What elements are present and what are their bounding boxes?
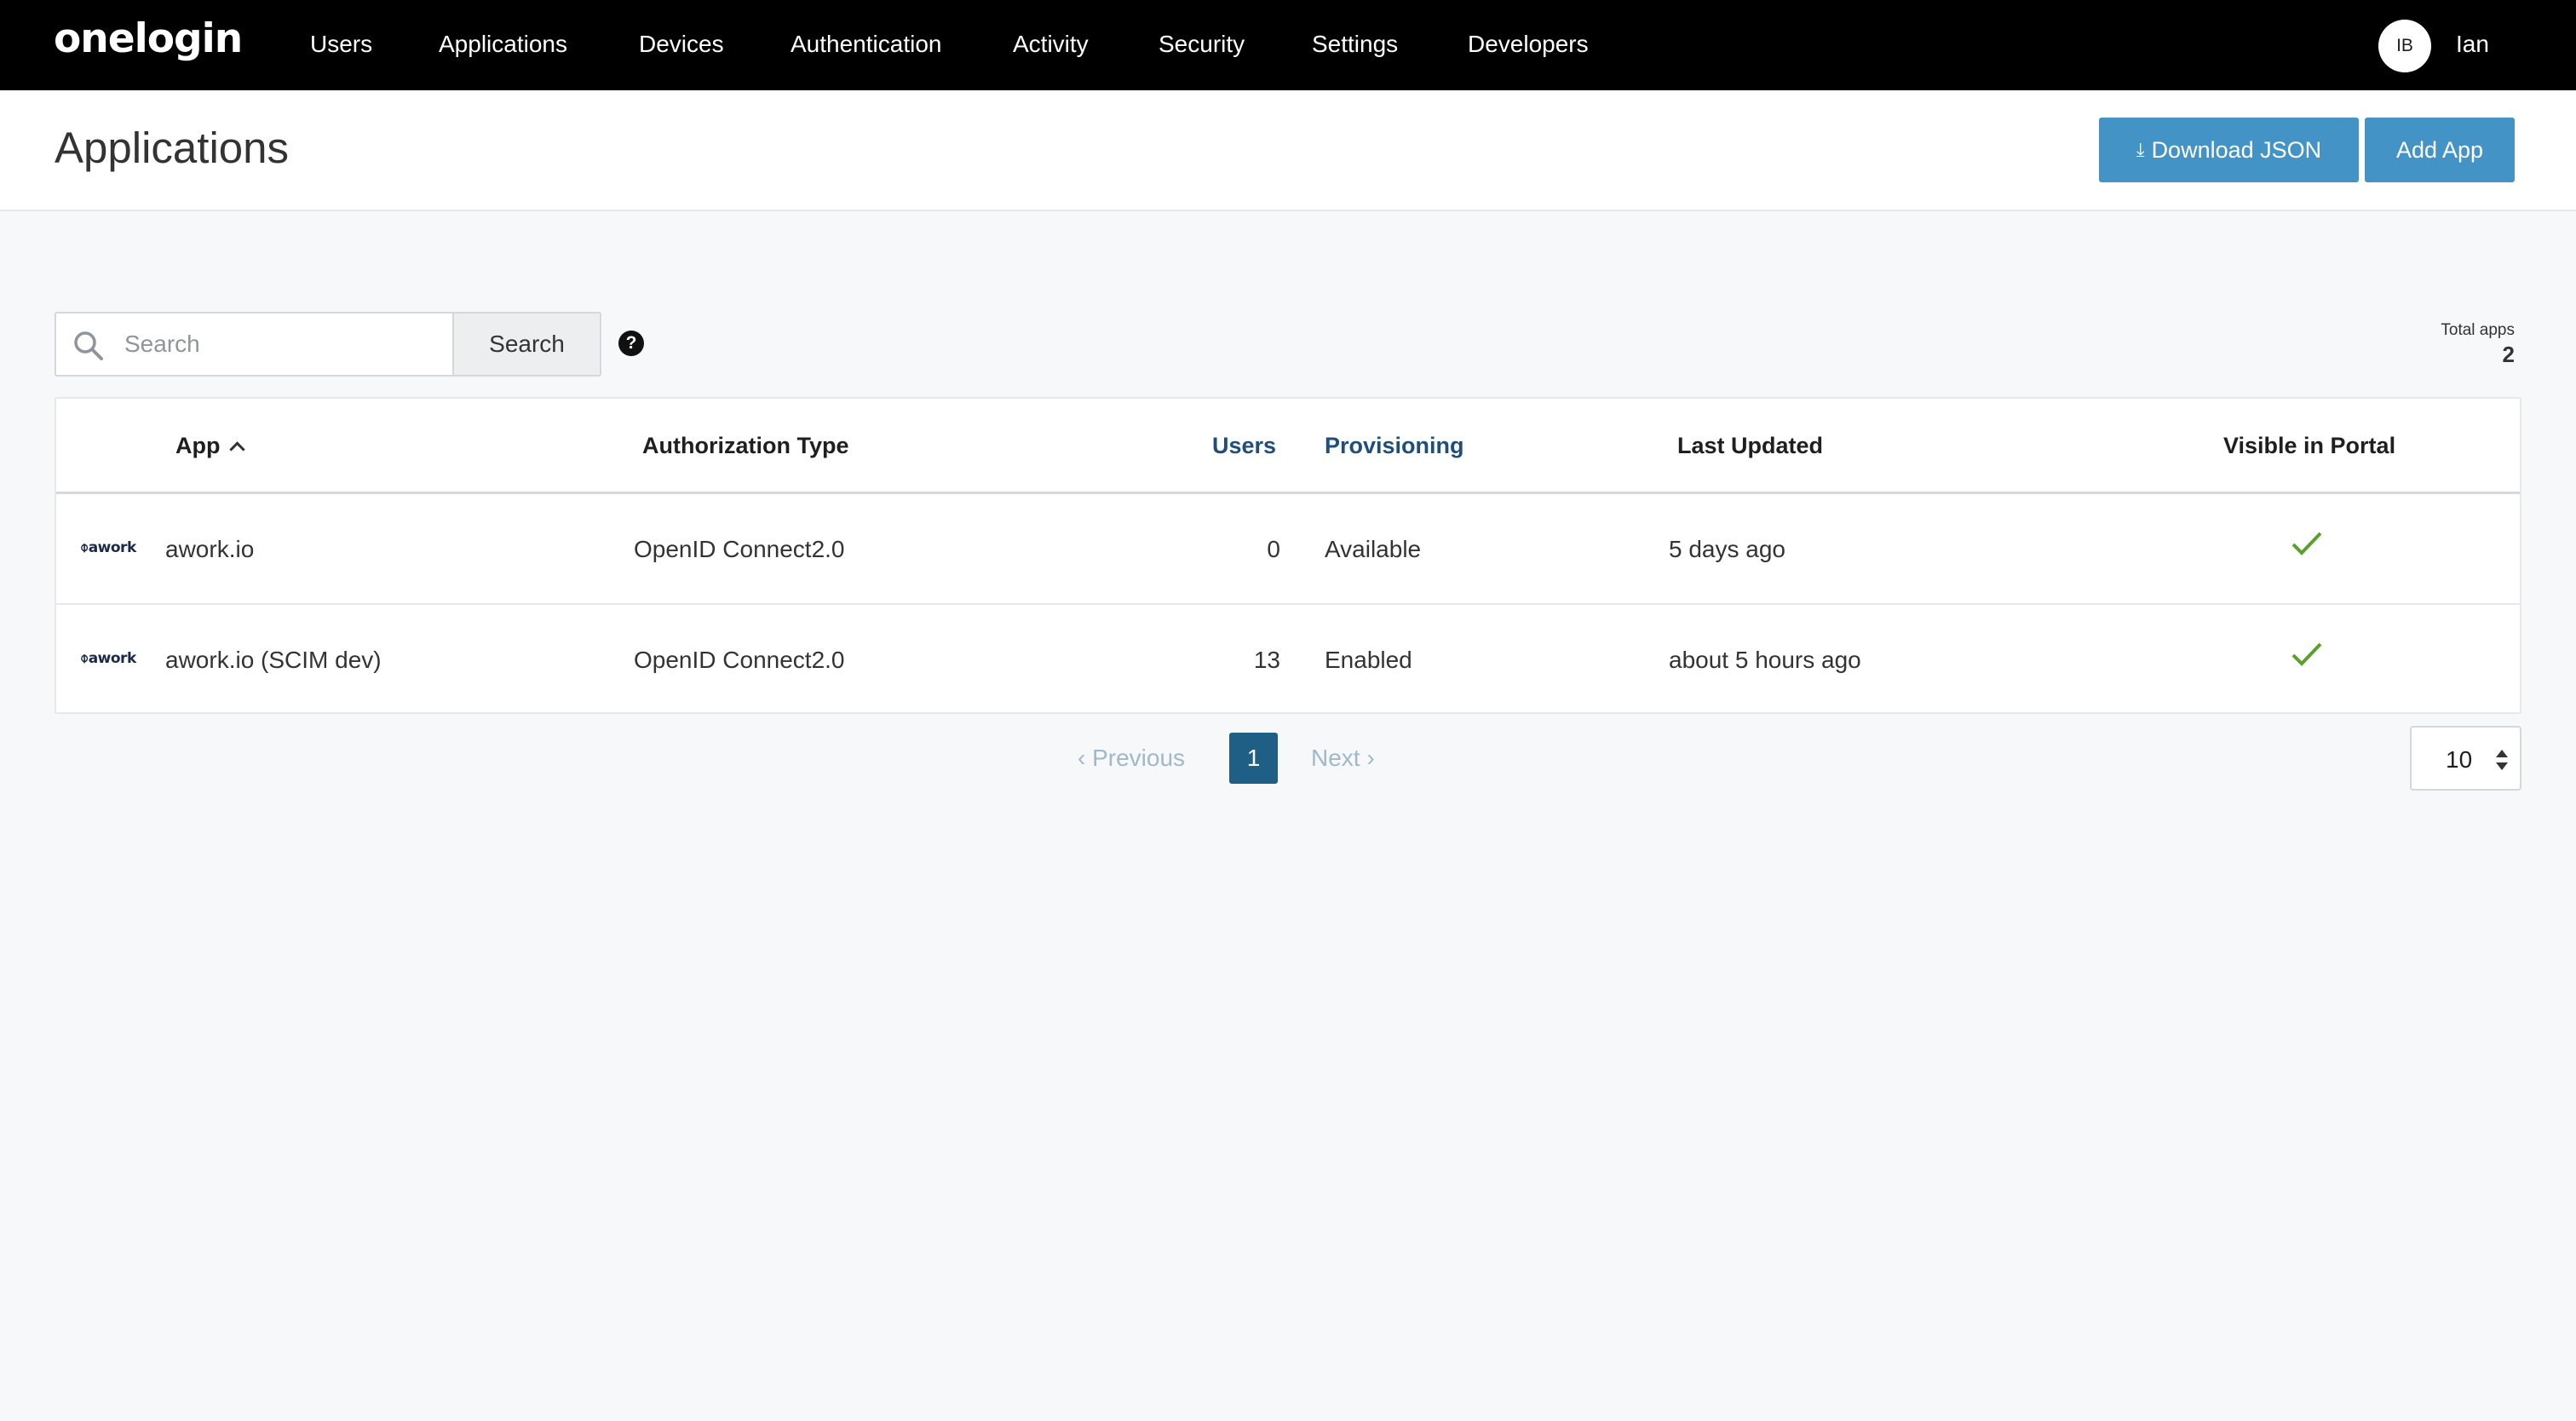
nav-item-authentication[interactable]: Authentication (791, 31, 941, 58)
help-icon[interactable]: ? (618, 331, 644, 356)
app-name[interactable]: awork.io (165, 536, 254, 563)
onelogin-logo[interactable]: onelogin (54, 15, 243, 62)
last-updated: about 5 hours ago (1669, 647, 1861, 673)
nav-item-activity[interactable]: Activity (1013, 31, 1089, 58)
authorization-type: OpenID Connect2.0 (634, 536, 845, 562)
nav-item-users[interactable]: Users (310, 31, 372, 58)
table-row[interactable]: ⌽awork awork.io OpenID Connect2.0 0 Avai… (56, 495, 2520, 605)
page-size-value: 10 (2446, 746, 2473, 773)
column-header-last-updated[interactable]: Last Updated (1677, 433, 1823, 459)
page-header: Applications ⤓ Download JSON Add App (0, 90, 2576, 211)
column-header-app-label: App (175, 433, 221, 458)
download-json-button[interactable]: ⤓ Download JSON (2099, 118, 2359, 182)
check-icon (2291, 532, 2322, 555)
next-page-label: Next (1311, 745, 1360, 771)
nav-item-applications[interactable]: Applications (439, 31, 567, 58)
awork-logo-text: awork (88, 539, 137, 556)
column-header-visible-in-portal[interactable]: Visible in Portal (2223, 433, 2395, 459)
current-page-button[interactable]: 1 (1229, 733, 1278, 784)
user-count: 0 (1267, 536, 1280, 562)
page-size-select[interactable]: 10 (2410, 726, 2521, 791)
chevron-left-icon: ‹ (1078, 745, 1086, 771)
page-title: Applications (55, 124, 289, 172)
previous-page-label: Previous (1092, 745, 1186, 771)
chevron-right-icon: › (1366, 745, 1375, 771)
awork-logo: ⌽awork (80, 539, 136, 556)
provisioning-status: Enabled (1325, 647, 1412, 673)
last-updated: 5 days ago (1669, 536, 1785, 562)
authorization-type: OpenID Connect2.0 (634, 647, 845, 673)
nav-item-settings[interactable]: Settings (1312, 31, 1398, 58)
add-app-button[interactable]: Add App (2365, 118, 2515, 182)
total-apps-count: 2 (2502, 342, 2515, 367)
column-header-users[interactable]: Users (1212, 433, 1276, 459)
sort-ascending-icon (229, 441, 246, 457)
download-icon: ⤓ (2136, 139, 2145, 160)
search-field[interactable] (55, 312, 452, 377)
applications-table: App Authorization Type Users Provisionin… (55, 397, 2521, 714)
previous-page-button[interactable]: ‹ Previous (1078, 745, 1185, 772)
column-header-authorization-type[interactable]: Authorization Type (642, 433, 849, 459)
provisioning-status: Available (1325, 536, 1422, 562)
select-stepper-icon (2496, 750, 2508, 770)
search-input[interactable] (123, 324, 438, 365)
total-apps-label: Total apps (2441, 321, 2515, 339)
table-row[interactable]: ⌽awork awork.io (SCIM dev) OpenID Connec… (56, 606, 2520, 716)
app-name[interactable]: awork.io (SCIM dev) (165, 647, 382, 674)
next-page-button[interactable]: Next › (1311, 745, 1375, 772)
user-avatar[interactable]: IB (2378, 20, 2431, 72)
nav-item-devices[interactable]: Devices (639, 31, 724, 58)
user-name[interactable]: Ian (2456, 31, 2489, 58)
column-header-provisioning[interactable]: Provisioning (1325, 433, 1464, 459)
search-button[interactable]: Search (452, 312, 601, 377)
nav-item-security[interactable]: Security (1159, 31, 1245, 58)
table-header: App Authorization Type Users Provisionin… (56, 399, 2520, 494)
download-json-label: Download JSON (2151, 136, 2322, 163)
awork-logo-text: awork (88, 650, 137, 667)
search-icon (74, 331, 103, 360)
column-header-app[interactable]: App (175, 433, 246, 459)
awork-logo: ⌽awork (80, 650, 136, 667)
user-count: 13 (1253, 647, 1280, 673)
check-icon (2291, 642, 2322, 666)
nav-item-developers[interactable]: Developers (1468, 31, 1589, 58)
top-navigation: onelogin Users Applications Devices Auth… (0, 0, 2576, 90)
